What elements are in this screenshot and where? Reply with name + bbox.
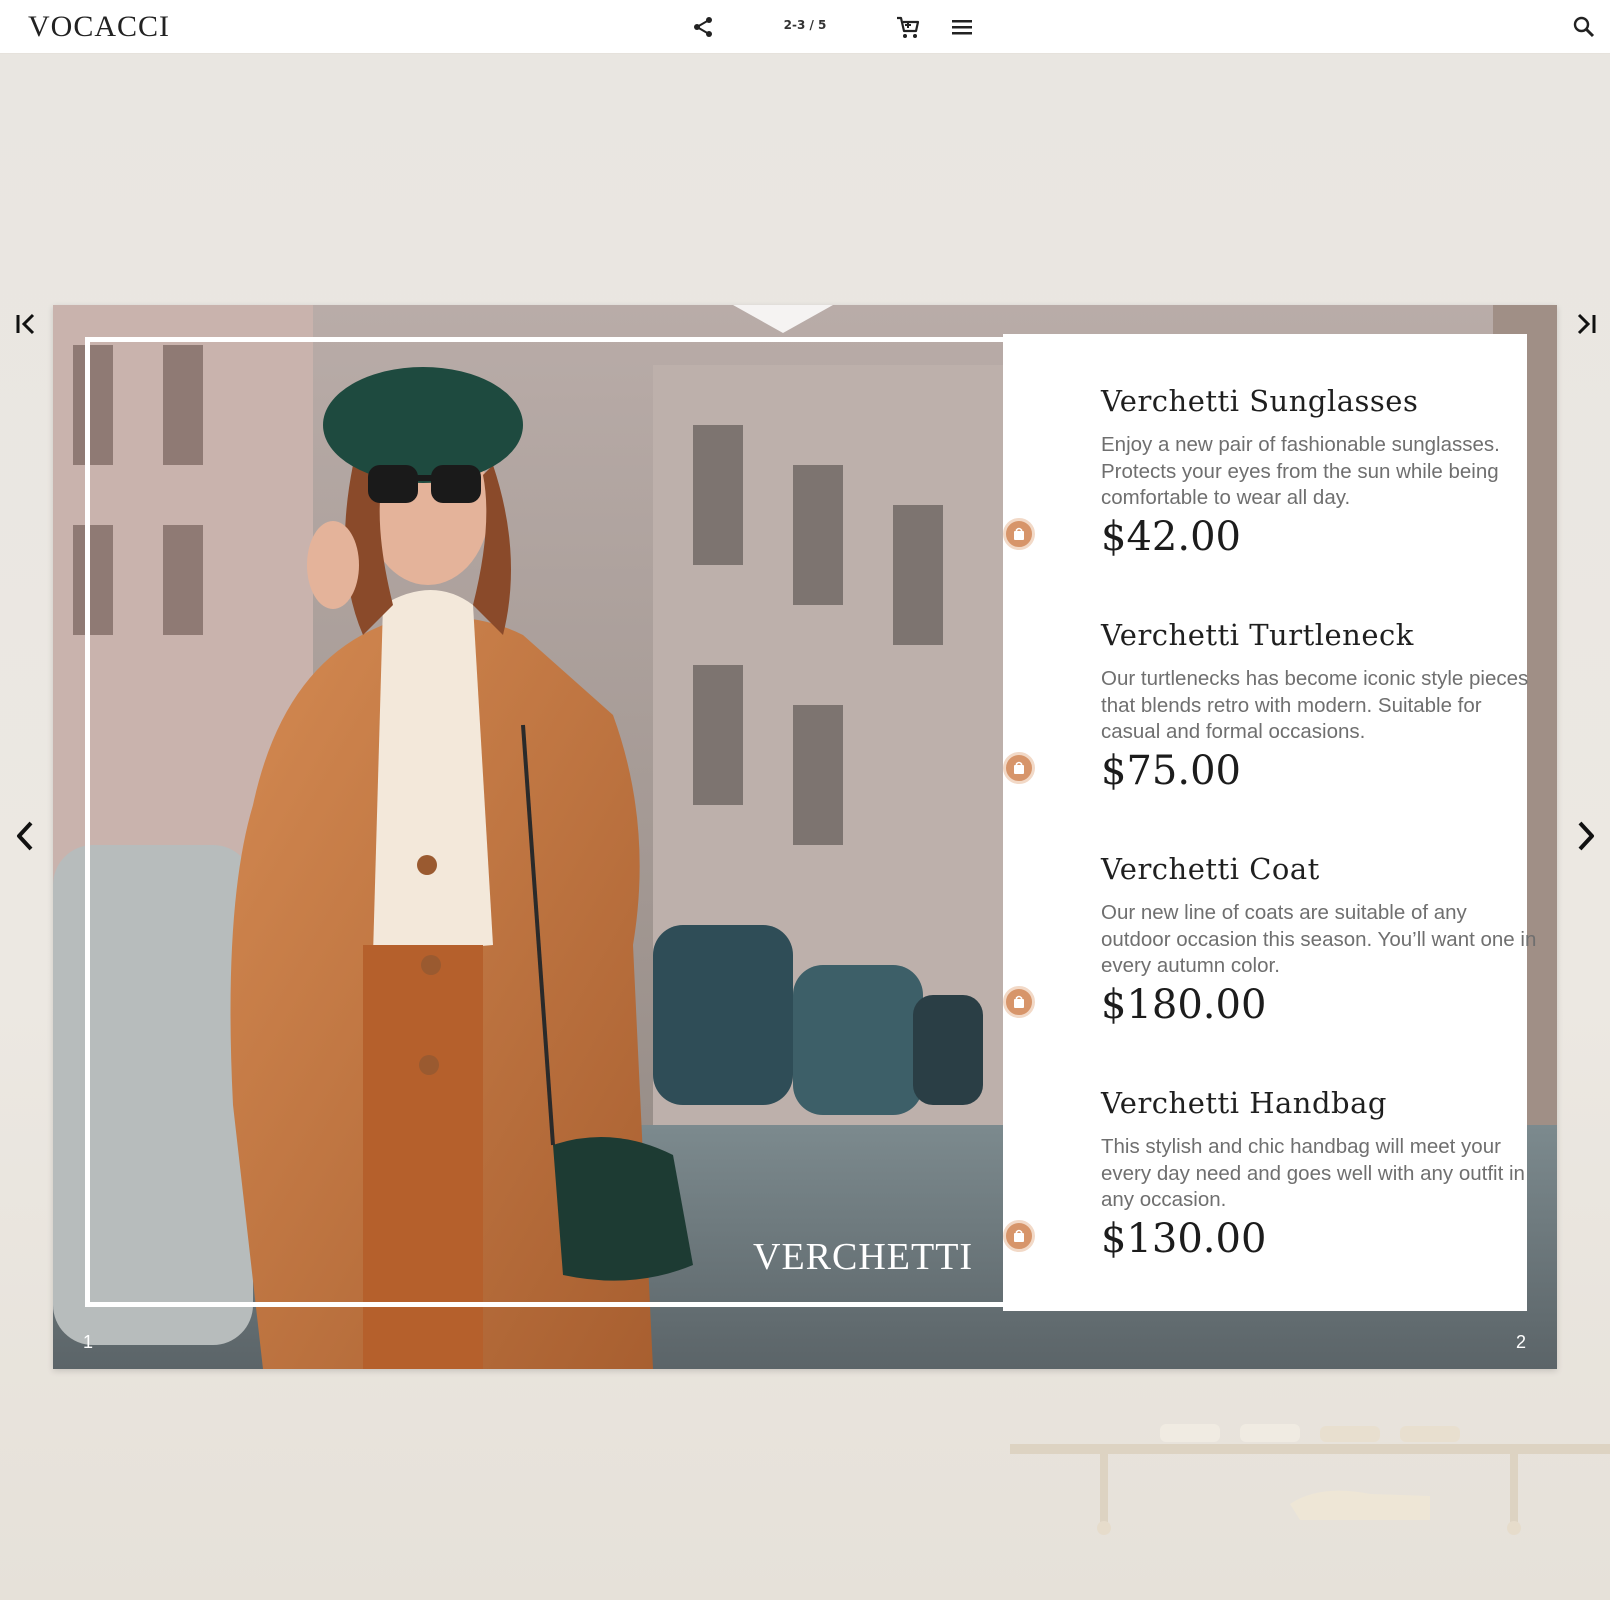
right-page-number: 2	[1516, 1332, 1527, 1352]
top-bar: VOCACCI 2-3 / 5	[0, 0, 1610, 54]
brand-logo[interactable]: VOCACCI	[28, 10, 170, 44]
product-description: Our new line of coats are suitable of an…	[1101, 901, 1537, 977]
product-panel: Verchetti Sunglasses Enjoy a new pair of…	[1003, 334, 1536, 1311]
product-name: Verchetti Handbag	[1101, 1086, 1387, 1120]
menu-icon[interactable]	[947, 12, 977, 42]
photo-frame	[85, 337, 1011, 1307]
shopping-bag-icon[interactable]	[1003, 518, 1035, 550]
product-price: $42.00	[1101, 514, 1241, 560]
prev-page-icon[interactable]	[7, 818, 43, 854]
shopping-bag-icon[interactable]	[1003, 752, 1035, 784]
search-icon[interactable]	[1569, 12, 1599, 42]
first-page-icon[interactable]	[8, 306, 44, 342]
product-price: $75.00	[1101, 748, 1241, 794]
brand-watermark: VERCHETTI	[753, 1236, 974, 1278]
left-page-number: 1	[83, 1332, 94, 1352]
product-price: $180.00	[1101, 982, 1267, 1028]
product-name: Verchetti Turtleneck	[1101, 618, 1414, 652]
product-name: Verchetti Sunglasses	[1101, 384, 1419, 418]
clothing-rack-illustration	[1010, 1424, 1610, 1535]
share-icon[interactable]	[688, 12, 718, 42]
product-description: Our turtlenecks has become iconic style …	[1101, 667, 1529, 743]
last-page-icon[interactable]	[1568, 306, 1604, 342]
next-page-icon[interactable]	[1568, 818, 1604, 854]
product-price: $130.00	[1101, 1216, 1267, 1262]
product-description: This stylish and chic handbag will meet …	[1101, 1135, 1525, 1211]
product-name: Verchetti Coat	[1101, 852, 1320, 886]
shopping-bag-icon[interactable]	[1003, 1220, 1035, 1252]
shopping-bag-icon[interactable]	[1003, 986, 1035, 1018]
page-indicator: 2-3 / 5	[783, 18, 827, 32]
product-description: Enjoy a new pair of fashionable sunglass…	[1101, 433, 1500, 509]
catalog-spread[interactable]: VERCHETTI 1 2 Verchetti Sunglasses Enjoy…	[53, 305, 1557, 1369]
page-flip-notch	[733, 305, 833, 333]
cart-icon[interactable]	[893, 12, 923, 42]
